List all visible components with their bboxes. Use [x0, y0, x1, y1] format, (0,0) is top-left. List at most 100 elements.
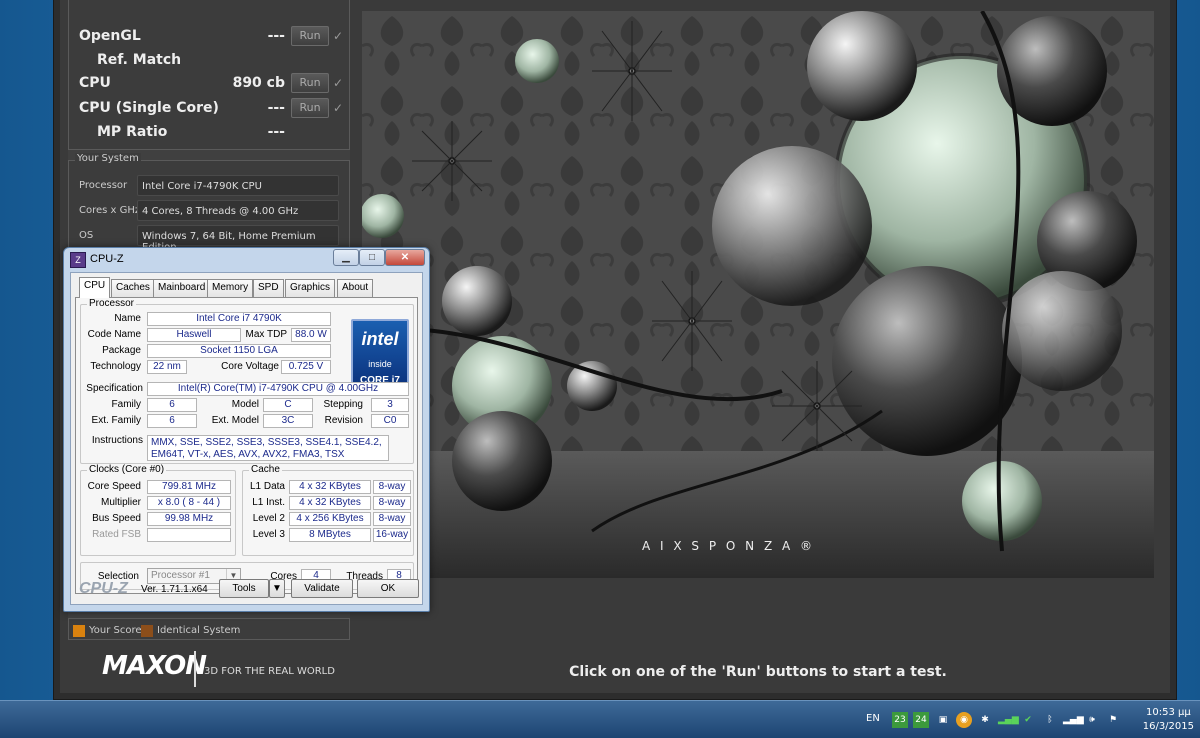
logo-divider [194, 651, 196, 687]
multiplier-value: x 8.0 ( 8 - 44 ) [147, 496, 231, 510]
l1d-value: 4 x 32 KBytes [289, 480, 371, 494]
window-title: CPU-Z [90, 253, 124, 265]
extfamily-label: Ext. Family [91, 415, 141, 426]
checkbox-icon[interactable]: ✓ [333, 101, 343, 115]
taskbar: EN 23 24 ▣ ◉ ✱ ▂▄▆ ✔ ᛒ ▂▄▆ 🕪 ⚑ 10:53 μμ … [0, 700, 1200, 738]
package-label: Package [102, 345, 141, 356]
tab-bar: CPU Caches Mainboard Memory SPD Graphics… [75, 277, 418, 298]
language-indicator[interactable]: EN [866, 713, 880, 724]
cpuz-window: Z CPU-Z ▁ □ ✕ CPU Caches Mainboard Memor… [63, 247, 430, 612]
row-value: Windows 7, 64 Bit, Home Premium Edition [137, 225, 339, 253]
test-name: OpenGL [79, 28, 141, 44]
app-tray-icon[interactable]: ◉ [956, 712, 972, 728]
tests-group: OpenGL --- Run ✓ Ref. Match CPU 890 cb R… [68, 0, 350, 150]
row-value: Intel Core i7-4790K CPU [137, 175, 339, 196]
busspeed-label: Bus Speed [92, 513, 141, 524]
maxon-logo: MAXON [102, 651, 207, 681]
multiplier-label: Multiplier [100, 497, 141, 508]
check-icon[interactable]: ✔ [1020, 712, 1036, 728]
cpuz-app-icon: Z [70, 252, 86, 268]
volume-icon[interactable]: 🕪 [1084, 712, 1100, 728]
intel-inside: inside [368, 359, 392, 369]
voltage-value: 0.725 V [281, 360, 331, 374]
run-cpu-button[interactable]: Run [291, 73, 329, 93]
stepping-label: Stepping [323, 399, 363, 410]
action-center-flag-icon[interactable]: ⚑ [1105, 712, 1121, 728]
tab-graphics[interactable]: Graphics [285, 279, 336, 297]
instructions-value: MMX, SSE, SSE2, SSE3, SSSE3, SSE4.1, SSE… [147, 435, 389, 461]
nvidia-icon[interactable]: ▣ [935, 712, 951, 728]
render-credit: A I X S P O N Z A ® [642, 539, 816, 553]
clock-date: 16/3/2015 [1142, 721, 1194, 732]
tools-dropdown-icon[interactable]: ▼ [269, 579, 285, 598]
l3-label: Level 3 [252, 529, 285, 540]
minimize-button[interactable]: ▁ [333, 249, 359, 266]
l3-assoc: 16-way [373, 528, 411, 542]
maxon-tagline: 3D FOR THE REAL WORLD [204, 666, 335, 677]
your-score-label: Your Score [89, 625, 142, 636]
version-label: Ver. 1.71.1.x64 [141, 584, 208, 595]
corespeed-value: 799.81 MHz [147, 480, 231, 494]
l1i-label: L1 Inst. [252, 497, 285, 508]
temp-badge-icon[interactable]: 23 [892, 712, 908, 728]
checkbox-icon[interactable]: ✓ [333, 29, 343, 43]
run-cpu-single-button[interactable]: Run [291, 98, 329, 118]
test-score: 890 cb [232, 75, 285, 91]
specification-label: Specification [86, 383, 143, 394]
checkbox-icon[interactable]: ✓ [333, 76, 343, 90]
tools-button[interactable]: Tools [219, 579, 269, 598]
test-name: CPU [79, 75, 111, 91]
test-row-cpu-single: CPU (Single Core) --- Run ✓ [79, 98, 343, 120]
run-opengl-button[interactable]: Run [291, 26, 329, 46]
ok-button[interactable]: OK [357, 579, 419, 598]
test-row-cpu: CPU 890 cb Run ✓ [79, 73, 343, 95]
ratedfsb-value [147, 528, 231, 542]
tab-memory[interactable]: Memory [207, 279, 254, 297]
system-row-cores: Cores x GHz 4 Cores, 8 Threads @ 4.00 GH… [79, 200, 343, 222]
identical-system-swatch [141, 625, 153, 637]
tab-mainboard[interactable]: Mainboard [153, 279, 211, 297]
tab-about[interactable]: About [337, 279, 374, 297]
close-button[interactable]: ✕ [385, 249, 425, 266]
tab-spd[interactable]: SPD [253, 279, 284, 297]
ratedfsb-label: Rated FSB [92, 529, 141, 540]
codename-value: Haswell [147, 328, 241, 342]
revision-label: Revision [324, 415, 363, 426]
codename-label: Code Name [87, 329, 141, 340]
test-name: Ref. Match [97, 52, 182, 68]
temp-badge-icon[interactable]: 24 [913, 712, 929, 728]
busspeed-value: 99.98 MHz [147, 512, 231, 526]
extfamily-value: 6 [147, 414, 197, 428]
processor-group: Processor Name Intel Core i7 4790K Code … [80, 298, 414, 464]
wifi-bars-icon[interactable]: ▂▄▆ [1063, 712, 1084, 728]
group-title: Clocks (Core #0) [87, 464, 167, 475]
validate-button[interactable]: Validate [291, 579, 353, 598]
cpu-tab-panel: Processor Name Intel Core i7 4790K Code … [75, 297, 418, 594]
signal-bars-icon[interactable]: ▂▄▆ [998, 712, 1019, 728]
l3-value: 8 MBytes [289, 528, 371, 542]
maximize-button[interactable]: □ [359, 249, 385, 266]
instructions-label: Instructions [91, 435, 143, 446]
status-message: Click on one of the 'Run' buttons to sta… [569, 664, 947, 680]
name-value: Intel Core i7 4790K [147, 312, 331, 326]
test-name: CPU (Single Core) [79, 100, 219, 116]
row-value: 4 Cores, 8 Threads @ 4.00 GHz [137, 200, 339, 221]
network-tool-icon[interactable]: ✱ [977, 712, 993, 728]
cache-group: Cache L1 Data 4 x 32 KBytes 8-way L1 Ins… [242, 464, 414, 556]
l2-assoc: 8-way [373, 512, 411, 526]
test-row-ref-match: Ref. Match [79, 50, 343, 72]
tab-caches[interactable]: Caches [111, 279, 155, 297]
bluetooth-icon[interactable]: ᛒ [1042, 712, 1058, 728]
technology-value: 22 nm [147, 360, 187, 374]
package-value: Socket 1150 LGA [147, 344, 331, 358]
tab-cpu[interactable]: CPU [79, 277, 111, 298]
l1d-assoc: 8-way [373, 480, 411, 494]
cpuz-client: CPU Caches Mainboard Memory SPD Graphics… [70, 272, 423, 605]
group-title: Cache [249, 464, 282, 475]
l2-value: 4 x 256 KBytes [289, 512, 371, 526]
test-score: --- [267, 124, 285, 140]
system-clock[interactable]: 10:53 μμ 16/3/2015 [1143, 706, 1194, 734]
l1d-label: L1 Data [249, 481, 285, 492]
voltage-label: Core Voltage [221, 361, 279, 372]
l1i-value: 4 x 32 KBytes [289, 496, 371, 510]
